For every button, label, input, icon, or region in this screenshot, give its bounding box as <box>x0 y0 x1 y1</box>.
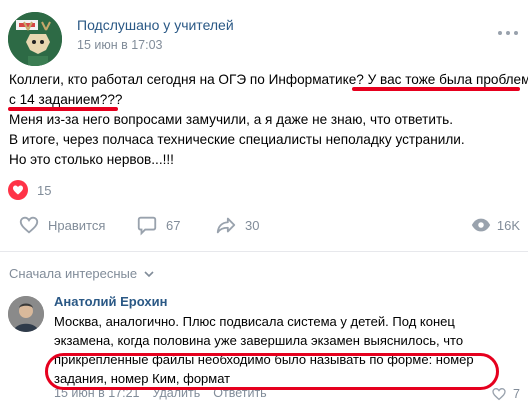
views-counter: 16K <box>470 211 520 239</box>
comments-button[interactable]: 67 <box>136 211 180 239</box>
group-avatar[interactable] <box>8 12 62 66</box>
heart-icon <box>19 216 39 234</box>
comments-count: 67 <box>166 217 181 233</box>
comment-text-line: Москва, аналогично. Плюс подвисала систе… <box>54 314 455 329</box>
post-text-line: Но это столько нервов...!!! <box>9 152 174 167</box>
reaction-count: 15 <box>37 182 52 198</box>
reactions-summary[interactable]: 15 <box>8 180 51 200</box>
heart-icon <box>8 180 28 200</box>
eye-icon <box>471 218 491 232</box>
views-count: 16K <box>496 217 520 233</box>
share-button[interactable]: 30 <box>215 211 259 239</box>
more-icon[interactable] <box>498 26 518 40</box>
comment-author-link[interactable]: Анатолий Ерохин <box>54 294 167 309</box>
red-oval-mark <box>45 353 499 390</box>
like-label: Нравится <box>48 217 106 233</box>
comment-like-count: 7 <box>513 387 520 401</box>
avatar[interactable] <box>8 296 44 332</box>
share-icon <box>216 217 236 234</box>
red-underline-mark <box>352 87 520 91</box>
red-underline-mark <box>8 107 118 111</box>
post-date[interactable]: 15 июн в 17:03 <box>77 38 163 52</box>
post-text: Коллеги, кто работал сегодня на ОГЭ по И… <box>9 70 528 170</box>
post-actions: Нравится 67 30 16K <box>8 211 520 239</box>
comment-text-line: экзамена, когда половина уже завершила э… <box>54 333 464 348</box>
shares-count: 30 <box>245 217 260 233</box>
comment-icon <box>137 216 157 236</box>
post-text-line: В итоге, через полчаса технические специ… <box>9 132 465 147</box>
sort-label: Сначала интересные <box>9 266 138 281</box>
post-text-line: Меня из-за него вопросами замучили, а я … <box>9 112 454 127</box>
heart-icon <box>492 387 506 401</box>
group-name-link[interactable]: Подслушано у учителей <box>77 17 234 33</box>
comments-sort-dropdown[interactable]: Сначала интересные <box>9 266 155 281</box>
section-divider <box>0 251 528 252</box>
chevron-down-icon <box>144 270 154 277</box>
post-header: Подслушано у учителей 15 июн в 17:03 <box>8 8 520 66</box>
like-button[interactable]: Нравится <box>18 211 105 239</box>
comment-like-button[interactable]: 7 <box>491 386 520 402</box>
